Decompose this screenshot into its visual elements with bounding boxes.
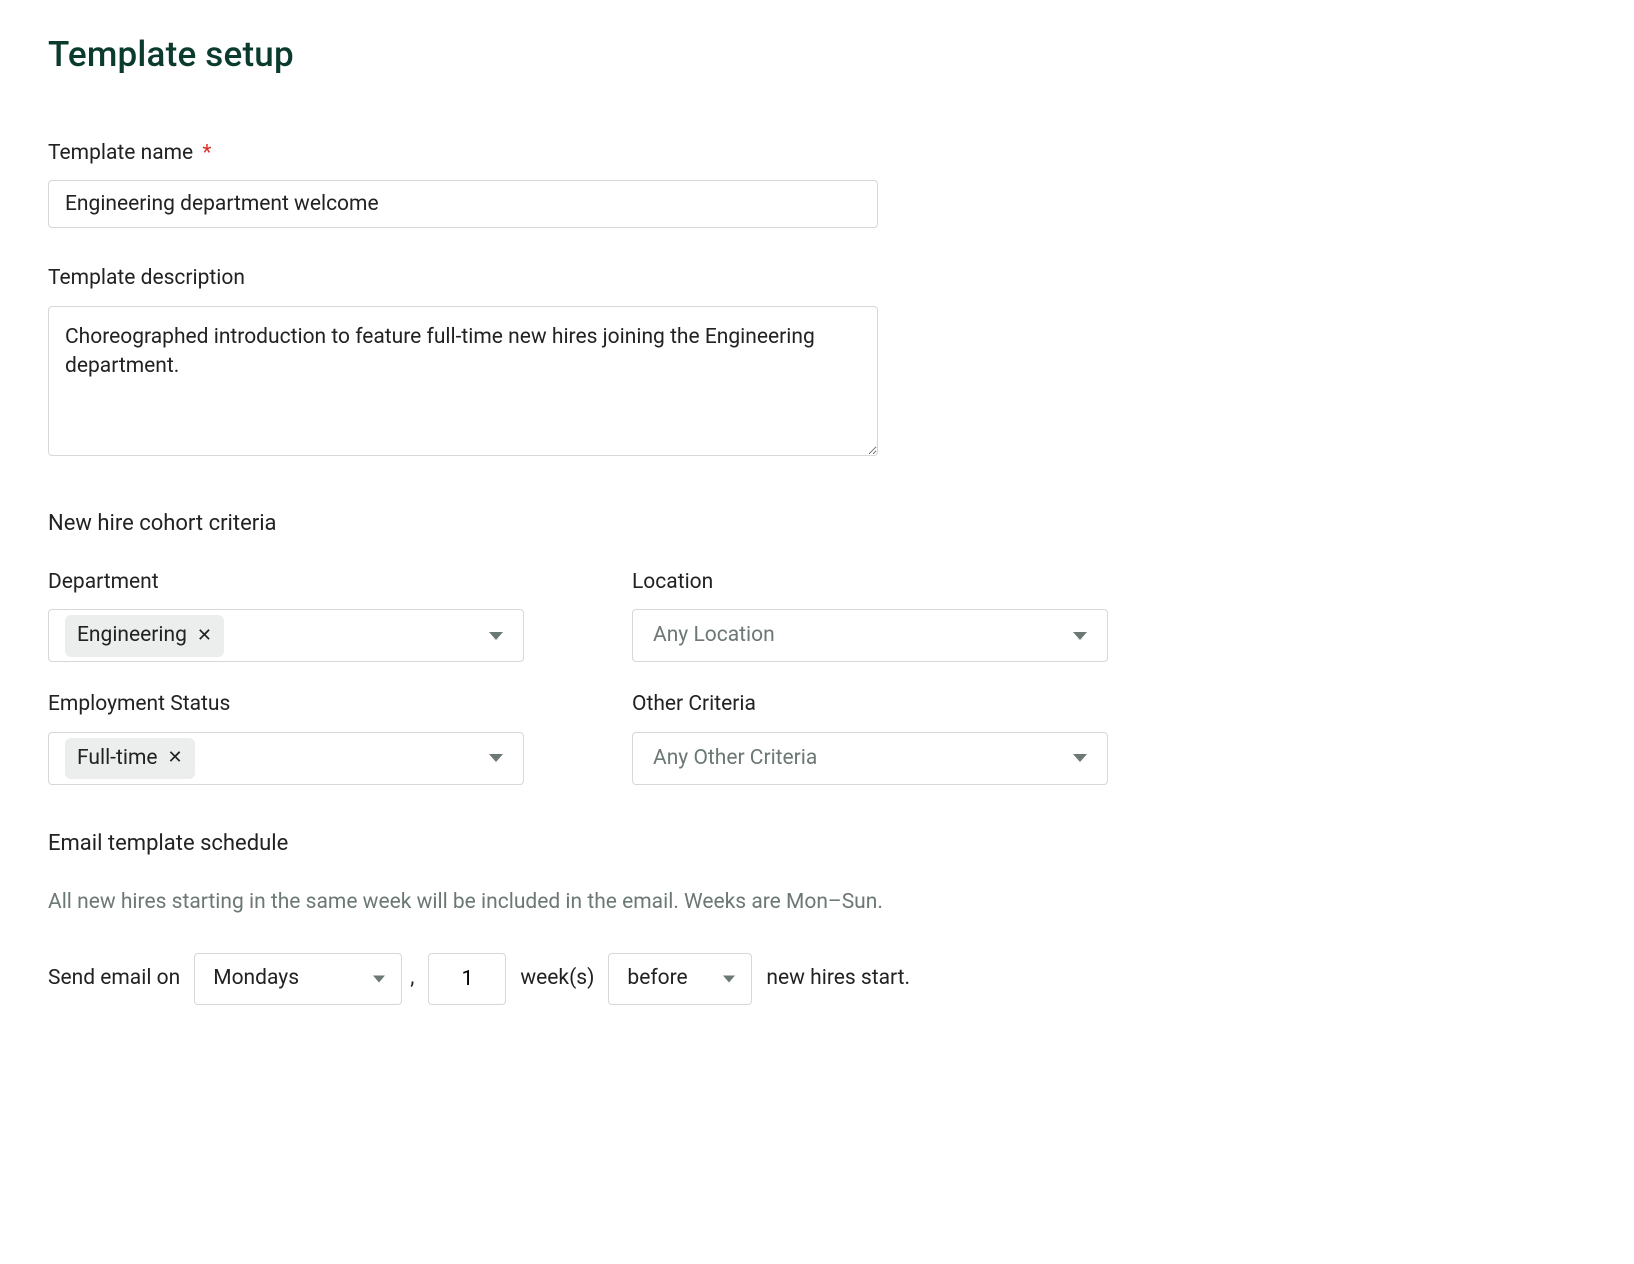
department-chip: Engineering ✕ [65,615,224,656]
location-placeholder: Any Location [645,621,775,650]
cohort-criteria-heading: New hire cohort criteria [48,509,1586,540]
employment-status-chip: Full-time ✕ [65,738,195,779]
schedule-row: Send email on Mondays , week(s) before n… [48,953,1586,1005]
location-select[interactable]: Any Location [632,609,1108,662]
schedule-relative-select[interactable]: before [608,953,752,1005]
chevron-down-icon [373,975,385,982]
department-chip-text: Engineering [77,621,187,650]
template-name-label: Template name * [48,139,1586,168]
employment-status-label: Employment Status [48,690,524,719]
remove-employment-status-chip-icon[interactable]: ✕ [168,749,183,767]
chevron-down-icon [1073,754,1087,762]
schedule-day-value: Mondays [213,964,299,993]
schedule-weeks-label: week(s) [520,964,594,993]
employment-status-chip-text: Full-time [77,744,158,773]
template-description-field: Template description Choreographed intro… [48,264,1586,465]
required-asterisk: * [202,141,211,165]
department-select[interactable]: Engineering ✕ [48,609,524,662]
schedule-relative-value: before [627,964,687,993]
chevron-down-icon [1073,632,1087,640]
other-criteria-label: Other Criteria [632,690,1108,719]
other-criteria-select[interactable]: Any Other Criteria [632,732,1108,785]
schedule-day-select[interactable]: Mondays [194,953,402,1005]
template-name-input[interactable] [48,180,878,228]
template-name-field: Template name * [48,139,1586,228]
chevron-down-icon [723,975,735,982]
template-description-label: Template description [48,264,1586,293]
chevron-down-icon [489,754,503,762]
schedule-weeks-input[interactable] [428,953,506,1005]
schedule-suffix: new hires start. [766,964,910,993]
other-criteria-cell: Other Criteria Any Other Criteria [632,690,1108,784]
schedule-comma: , [410,964,414,993]
criteria-grid: Department Engineering ✕ Location Any Lo… [48,568,1586,785]
employment-status-select[interactable]: Full-time ✕ [48,732,524,785]
schedule-prefix: Send email on [48,964,180,993]
other-criteria-placeholder: Any Other Criteria [645,744,817,773]
schedule-description: All new hires starting in the same week … [48,888,1586,917]
employment-status-cell: Employment Status Full-time ✕ [48,690,524,784]
template-description-input[interactable]: Choreographed introduction to feature fu… [48,306,878,456]
page-title: Template setup [48,30,1586,79]
location-label: Location [632,568,1108,597]
schedule-heading: Email template schedule [48,829,1586,860]
location-cell: Location Any Location [632,568,1108,662]
department-label: Department [48,568,524,597]
template-name-label-text: Template name [48,141,193,165]
chevron-down-icon [489,632,503,640]
department-cell: Department Engineering ✕ [48,568,524,662]
remove-department-chip-icon[interactable]: ✕ [197,627,212,645]
